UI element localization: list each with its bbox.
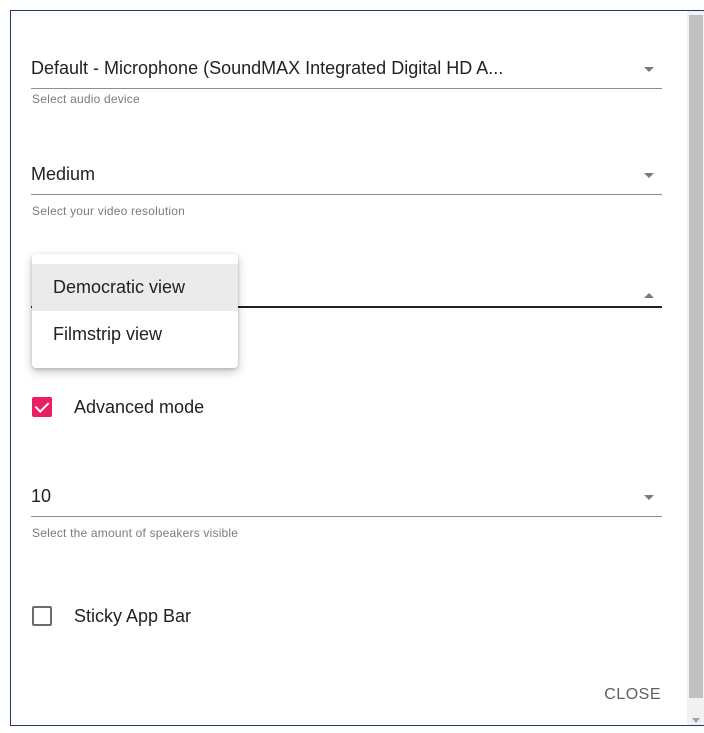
speakers-select[interactable]: 10 — [31, 476, 662, 517]
audio-device-helper: Select audio device — [32, 92, 140, 106]
chevron-down-icon — [644, 67, 654, 72]
video-resolution-helper: Select your video resolution — [32, 204, 186, 218]
video-resolution-select[interactable]: Medium — [31, 154, 662, 195]
menu-item-filmstrip-view[interactable]: Filmstrip view — [32, 311, 238, 358]
audio-device-value: Default - Microphone (SoundMAX Integrate… — [31, 58, 504, 78]
audio-device-select[interactable]: Default - Microphone (SoundMAX Integrate… — [31, 48, 662, 89]
advanced-mode-checkbox[interactable] — [32, 397, 52, 417]
video-resolution-value: Medium — [31, 164, 96, 184]
scroll-down-arrow-icon[interactable] — [692, 718, 700, 723]
close-button[interactable]: CLOSE — [604, 686, 661, 704]
layout-dropdown-menu: Democratic view Filmstrip view — [32, 254, 238, 368]
checkmark-icon — [34, 398, 50, 413]
advanced-mode-label: Advanced mode — [74, 397, 205, 417]
scrollbar[interactable] — [687, 11, 704, 725]
chevron-down-icon — [644, 495, 654, 500]
chevron-up-icon — [644, 293, 654, 298]
menu-item-democratic-view[interactable]: Democratic view — [32, 264, 238, 311]
sticky-app-bar-checkbox[interactable] — [32, 606, 52, 626]
chevron-down-icon — [644, 173, 654, 178]
speakers-helper: Select the amount of speakers visible — [32, 526, 239, 540]
settings-dialog: Default - Microphone (SoundMAX Integrate… — [10, 10, 704, 726]
speakers-value: 10 — [31, 486, 52, 506]
scrollbar-thumb[interactable] — [689, 15, 703, 698]
sticky-app-bar-label: Sticky App Bar — [74, 606, 192, 626]
